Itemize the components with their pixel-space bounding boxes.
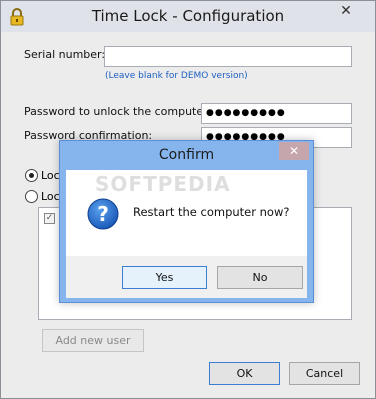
dialog-title: Confirm bbox=[158, 147, 215, 163]
lock-option-2-radio[interactable] bbox=[25, 190, 38, 203]
dialog-message: Restart the computer now? bbox=[133, 205, 290, 219]
add-new-user-button[interactable]: Add new user bbox=[42, 329, 144, 352]
serial-number-label: Serial number: bbox=[24, 48, 106, 61]
lock-option-1-radio[interactable] bbox=[25, 169, 38, 182]
password-input[interactable]: ●●●●●●●●● bbox=[201, 103, 352, 124]
watermark: SOFTPEDIA bbox=[95, 172, 231, 196]
dialog-close-icon[interactable]: ✕ bbox=[279, 142, 309, 160]
serial-number-input[interactable] bbox=[104, 46, 352, 67]
serial-hint: (Leave blank for DEMO version) bbox=[105, 71, 248, 81]
yes-button[interactable]: Yes bbox=[122, 266, 207, 289]
close-icon[interactable]: ✕ bbox=[323, 1, 369, 22]
no-button[interactable]: No bbox=[217, 266, 303, 289]
dialog-footer: Yes No bbox=[66, 256, 307, 298]
svg-text:?: ? bbox=[97, 202, 109, 226]
password-label: Password to unlock the computer: bbox=[24, 105, 212, 118]
window-title: Time Lock - Configuration bbox=[91, 7, 285, 25]
question-icon: ? bbox=[87, 198, 119, 230]
title-bar[interactable]: Time Lock - Configuration ✕ bbox=[1, 1, 375, 32]
user-checkbox[interactable]: ✓ bbox=[44, 213, 55, 224]
cancel-button[interactable]: Cancel bbox=[289, 362, 360, 385]
confirm-dialog: Confirm ✕ Yes No ? Restart the computer … bbox=[59, 140, 314, 303]
ok-button[interactable]: OK bbox=[209, 362, 280, 385]
